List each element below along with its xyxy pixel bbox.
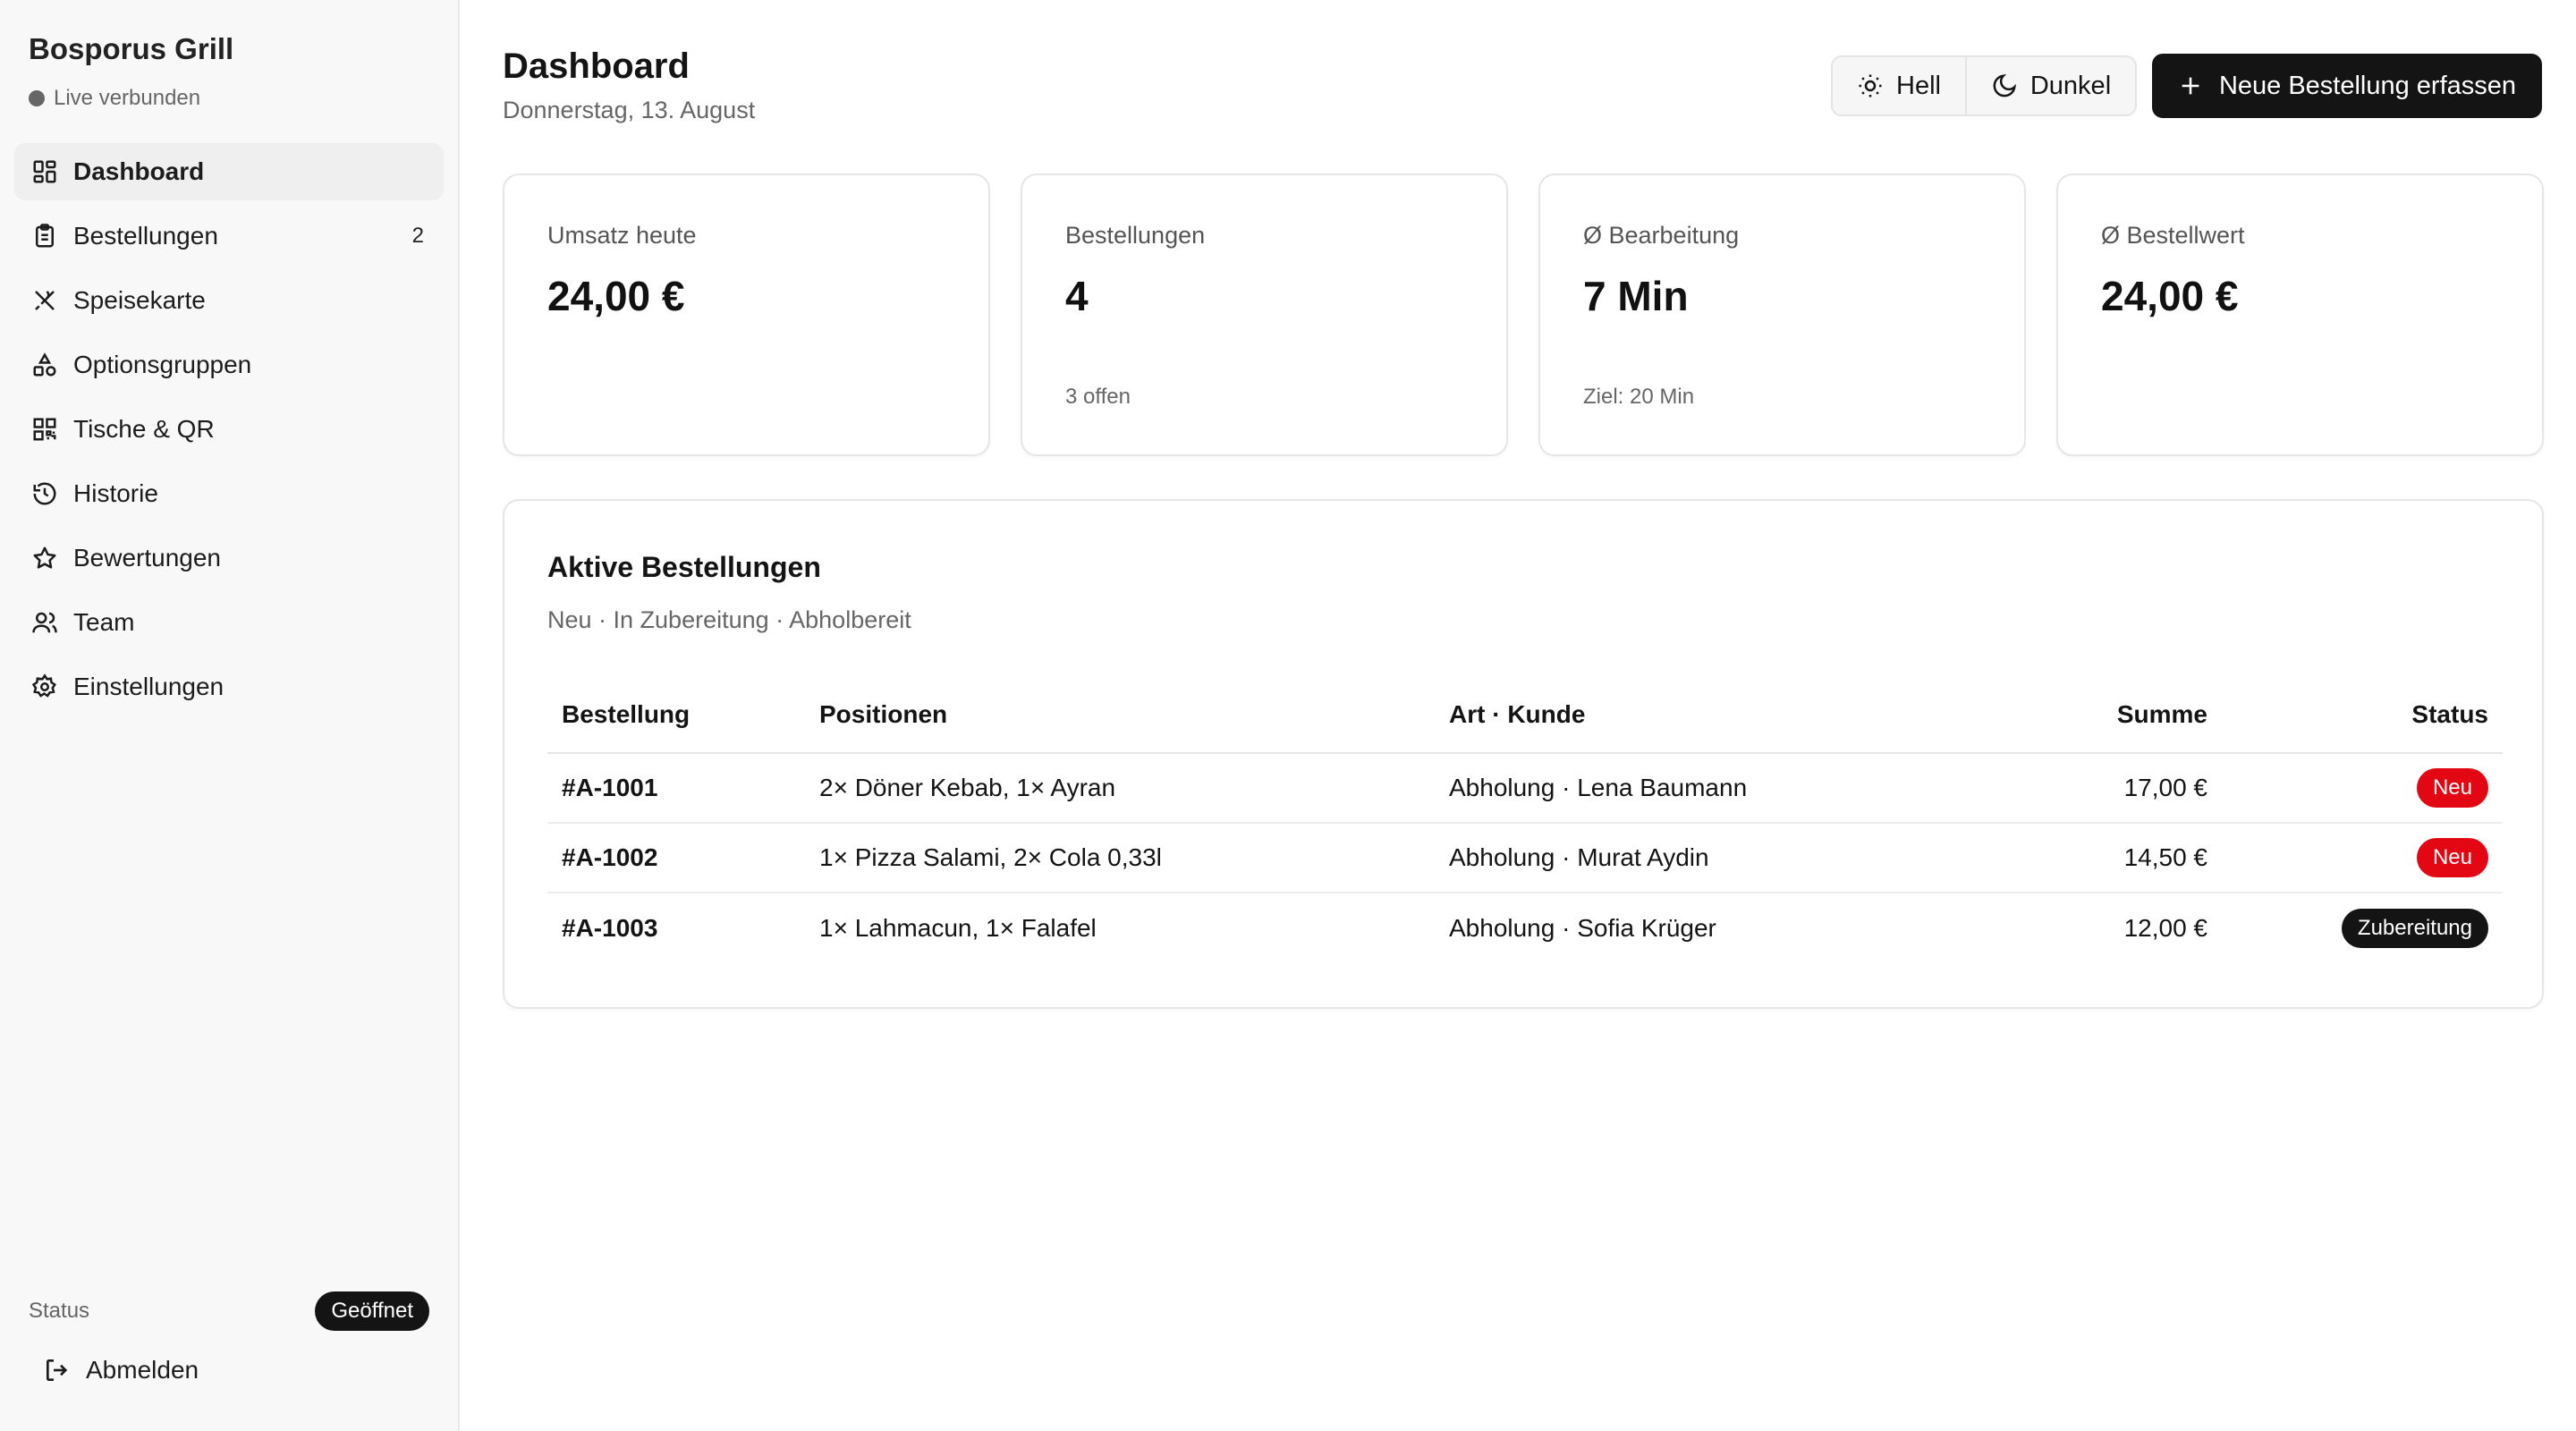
sidebar: Bosporus Grill Live verbunden Dashboard … <box>0 0 460 1431</box>
plus-icon <box>2182 77 2199 95</box>
store-status-label: Status <box>29 1299 90 1323</box>
theme-toggle: Hell Dunkel <box>1831 55 2137 116</box>
column-header: Art · Kunde <box>1435 676 1989 754</box>
stat-card-order-value: Ø Bestellwert 24,00 € <box>2056 174 2544 456</box>
order-status-cell: Neu <box>2222 753 2503 824</box>
orders-table: Bestellung Positionen Art · Kunde Summe … <box>547 676 2503 962</box>
star-icon <box>30 544 59 572</box>
column-header: Positionen <box>805 676 1435 754</box>
utensils-icon <box>30 286 59 315</box>
table-header-row: Bestellung Positionen Art · Kunde Summe … <box>547 676 2503 754</box>
order-sum: 17,00 € <box>1989 753 2222 824</box>
logout-button[interactable]: Abmelden <box>43 1356 199 1384</box>
stat-value: 7 Min <box>1583 273 1689 319</box>
sidebar-item-label: Einstellungen <box>73 673 225 700</box>
stat-title: Ø Bestellwert <box>2101 222 2245 249</box>
live-status: Live verbunden <box>29 86 200 111</box>
column-header: Bestellung <box>547 676 805 754</box>
page-date: Donnerstag, 13. August <box>503 97 756 123</box>
order-items: 1× Pizza Salami, 2× Cola 0,33l <box>805 823 1435 893</box>
sidebar-item-label: Tische & QR <box>73 415 215 443</box>
stat-title: Umsatz heute <box>547 222 697 249</box>
users-icon <box>30 608 59 637</box>
gear-icon <box>30 673 59 701</box>
sidebar-item-dashboard[interactable]: Dashboard <box>14 143 444 200</box>
logout-icon <box>47 1359 68 1381</box>
new-order-label: Neue Bestellung erfassen <box>2218 71 2517 100</box>
status-badge[interactable]: Neu <box>2416 768 2488 808</box>
table-row[interactable]: #A-1001 2× Döner Kebab, 1× Ayran Abholun… <box>547 753 2503 824</box>
stat-value: 4 <box>1065 273 1089 319</box>
table-row[interactable]: #A-1003 1× Lahmacun, 1× Falafel Abholung… <box>547 893 2503 962</box>
sun-icon <box>1859 74 1882 97</box>
main-content: Dashboard Donnerstag, 13. August Hell Du… <box>460 0 2576 1431</box>
order-sum: 14,50 € <box>1989 823 2222 893</box>
sidebar-item-label: Team <box>73 608 135 636</box>
order-status-cell: Neu <box>2222 823 2503 893</box>
page-title: Dashboard <box>503 47 690 86</box>
active-orders-panel: Aktive Bestellungen Neu · In Zubereitung… <box>503 499 2544 1009</box>
brand-name: Bosporus Grill <box>29 32 234 65</box>
table-row[interactable]: #A-1002 1× Pizza Salami, 2× Cola 0,33l A… <box>547 823 2503 893</box>
stat-cards: Umsatz heute 24,00 € Bestellungen 4 3 of… <box>503 174 2544 456</box>
logout-label: Abmelden <box>86 1356 199 1384</box>
stat-value: 24,00 € <box>2101 273 2239 319</box>
sidebar-item-historie[interactable]: Historie <box>14 465 444 522</box>
new-order-button[interactable]: Neue Bestellung erfassen <box>2152 54 2542 118</box>
order-id: #A-1001 <box>547 753 805 824</box>
stat-sub: 3 offen <box>1065 385 1131 409</box>
moon-icon <box>1993 74 2016 97</box>
stat-value: 24,00 € <box>547 273 685 319</box>
sidebar-item-tische-qr[interactable]: Tische & QR <box>14 401 444 458</box>
column-header: Status <box>2222 676 2503 754</box>
theme-dark-button[interactable]: Dunkel <box>1967 57 2135 114</box>
store-status-badge[interactable]: Geöffnet <box>315 1291 429 1331</box>
order-items: 1× Lahmacun, 1× Falafel <box>819 913 1097 942</box>
sidebar-item-label: Bestellungen <box>73 222 218 250</box>
stat-title: Ø Bearbeitung <box>1583 222 1740 249</box>
shapes-icon <box>30 351 59 379</box>
order-customer: Abholung · Murat Aydin <box>1435 823 1989 893</box>
order-items: 2× Döner Kebab, 1× Ayran <box>805 753 1435 824</box>
stat-title: Bestellungen <box>1065 222 1206 249</box>
sidebar-item-label: Dashboard <box>73 157 205 185</box>
order-id: #A-1003 <box>562 913 658 942</box>
active-orders-subtitle: Neu · In Zubereitung · Abholbereit <box>547 606 911 633</box>
sidebar-item-team[interactable]: Team <box>14 594 444 651</box>
column-header: Summe <box>1989 676 2222 754</box>
sidebar-item-speisekarte[interactable]: Speisekarte <box>14 272 444 329</box>
active-orders-title: Aktive Bestellungen <box>547 551 821 583</box>
order-customer: Abholung · Sofia Krüger <box>1449 913 1716 942</box>
theme-light-button[interactable]: Hell <box>1833 57 1967 114</box>
clipboard-icon <box>30 222 59 250</box>
stat-card-processing: Ø Bearbeitung 7 Min Ziel: 20 Min <box>1538 174 2026 456</box>
history-icon <box>30 479 59 508</box>
sidebar-item-label: Bewertungen <box>73 544 222 572</box>
sidebar-item-label: Speisekarte <box>73 286 206 314</box>
store-status: Status Geöffnet <box>29 1291 429 1331</box>
theme-dark-label: Dunkel <box>2029 71 2112 100</box>
sidebar-item-einstellungen[interactable]: Einstellungen <box>14 658 444 716</box>
qr-code-icon <box>30 415 59 444</box>
sidebar-item-bewertungen[interactable]: Bewertungen <box>14 529 444 587</box>
order-status-cell: Zubereitung <box>2222 893 2503 962</box>
order-id: #A-1002 <box>547 823 805 893</box>
theme-light-label: Hell <box>1896 71 1941 100</box>
sidebar-item-bestellungen[interactable]: Bestellungen 2 <box>14 207 444 265</box>
stat-sub: Ziel: 20 Min <box>1583 385 1695 409</box>
order-sum: 12,00 € <box>2123 913 2207 942</box>
live-status-label: Live verbunden <box>54 86 201 110</box>
status-badge[interactable]: Neu <box>2416 838 2488 877</box>
order-customer: Abholung · Lena Baumann <box>1435 753 1989 824</box>
sidebar-item-optionsgruppen[interactable]: Optionsgruppen <box>14 336 444 394</box>
status-badge[interactable]: Zubereitung <box>2341 908 2488 948</box>
sidebar-nav: Dashboard Bestellungen 2 Speisekarte Opt… <box>14 143 444 723</box>
sidebar-item-label: Optionsgruppen <box>73 351 252 378</box>
order-count-badge: 2 <box>411 224 424 248</box>
stat-card-revenue: Umsatz heute 24,00 € <box>503 174 990 456</box>
dashboard-icon <box>30 157 59 186</box>
stat-card-orders: Bestellungen 4 3 offen <box>1021 174 1508 456</box>
sidebar-item-label: Historie <box>73 479 158 507</box>
status-dot-icon <box>29 90 45 106</box>
